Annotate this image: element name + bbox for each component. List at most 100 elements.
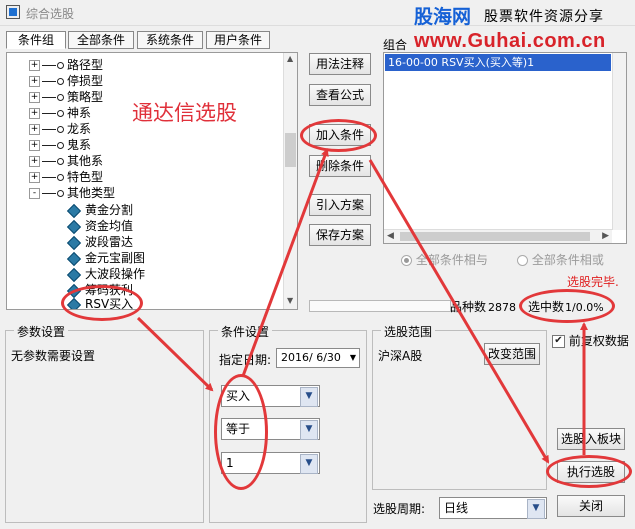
tree-category[interactable]: + 特色型 [29, 169, 103, 185]
tree-category[interactable]: - 其他类型 [29, 185, 115, 201]
import-scheme-button[interactable]: 引入方案 [309, 194, 371, 216]
delete-condition-button[interactable]: 删除条件 [309, 155, 371, 177]
date-picker[interactable]: 2016/ 6/30 ▼ [276, 348, 360, 368]
window-title: 综合选股 [26, 7, 75, 21]
key-icon [42, 109, 64, 118]
scroll-up-icon[interactable]: ▲ [287, 54, 293, 63]
expand-icon[interactable]: + [29, 108, 40, 119]
tree-scrollbar[interactable]: ▲ ▼ [283, 53, 297, 309]
expand-icon[interactable]: + [29, 140, 40, 151]
adjust-checkbox[interactable]: ✔ 前复权数据 [552, 332, 629, 349]
tree-label: 其他类型 [67, 186, 116, 200]
tree-label: 鬼系 [67, 138, 92, 152]
period-value: 日线 [444, 501, 469, 515]
h-scroll-thumb[interactable] [400, 232, 590, 241]
tree-item[interactable]: 资金均值 [66, 218, 134, 234]
condition-settings-title: 条件设置 [218, 323, 273, 340]
tree-label: 特色型 [67, 170, 104, 184]
chevron-down-icon[interactable]: ▼ [300, 387, 318, 407]
checkbox-checked-icon[interactable]: ✔ [552, 335, 565, 348]
params-text: 无参数需要设置 [11, 349, 96, 363]
key-icon [42, 189, 64, 198]
list-v-scrollbar[interactable] [612, 53, 626, 230]
annotation-text: 通达信选股 [132, 101, 237, 125]
tree-category[interactable]: + 鬼系 [29, 137, 91, 153]
tree-item-label: 资金均值 [85, 219, 134, 233]
annotation-oval-rsv [61, 285, 143, 321]
tab-user-conditions[interactable]: 用户条件 [206, 31, 270, 49]
radio-label: 全部条件相或 [531, 253, 604, 267]
list-h-scrollbar[interactable]: ◀ ▶ [384, 229, 612, 243]
tree-item[interactable]: 黄金分割 [66, 202, 134, 218]
radio-checked-icon[interactable] [401, 255, 412, 266]
annotation-oval-execute [546, 455, 632, 488]
formula-icon [66, 235, 82, 250]
logic-or-radio[interactable]: 全部条件相或 [517, 251, 604, 268]
chevron-down-icon[interactable]: ▼ [527, 499, 545, 519]
chevron-down-icon[interactable]: ▼ [300, 420, 318, 440]
tree-category[interactable]: + 路径型 [29, 57, 103, 73]
close-button[interactable]: 关闭 [557, 495, 625, 517]
progress-bar [309, 300, 451, 312]
save-scheme-button[interactable]: 保存方案 [309, 224, 371, 246]
view-formula-button[interactable]: 查看公式 [309, 84, 371, 106]
watermark-url: www.Guhai.com.cn [414, 30, 606, 52]
params-title: 参数设置 [14, 323, 69, 340]
tree-label: 路径型 [67, 58, 104, 72]
count-readout: 品种数 2878 [450, 298, 516, 315]
tree-label: 其他系 [67, 154, 104, 168]
condition-list[interactable]: 16-00-00 RSV买入(买入等)1 ◀ ▶ [383, 52, 627, 244]
chevron-down-icon[interactable]: ▼ [350, 349, 356, 367]
tree-item-label: 金元宝副图 [85, 251, 146, 265]
expand-icon[interactable]: + [29, 60, 40, 71]
expand-icon[interactable]: + [29, 92, 40, 103]
radio-unchecked-icon[interactable] [517, 255, 528, 266]
tree-item[interactable]: 波段雷达 [66, 234, 133, 250]
key-icon [42, 141, 64, 150]
condition-list-item[interactable]: 16-00-00 RSV买入(买入等)1 [385, 54, 611, 71]
key-icon [42, 61, 64, 70]
tree-label: 策略型 [67, 90, 104, 104]
scroll-left-icon[interactable]: ◀ [387, 231, 394, 241]
app-icon [6, 5, 20, 19]
tree-category[interactable]: + 神系 [29, 105, 91, 121]
expand-icon[interactable]: + [29, 76, 40, 87]
scroll-thumb[interactable] [285, 133, 296, 167]
watermark-brand: 股海网 [414, 6, 472, 28]
chevron-down-icon[interactable]: ▼ [300, 454, 318, 474]
annotation-oval-settings [214, 374, 268, 490]
formula-icon [66, 219, 82, 234]
tree-category[interactable]: + 其他系 [29, 153, 103, 169]
expand-icon[interactable]: + [29, 172, 40, 183]
tree-item[interactable]: 大波段操作 [66, 266, 145, 282]
usage-button[interactable]: 用法注释 [309, 53, 371, 75]
scroll-down-icon[interactable]: ▼ [287, 296, 293, 305]
annotation-oval-selected [519, 289, 615, 323]
change-range-button[interactable]: 改变范围 [484, 343, 540, 365]
condition-tree[interactable]: + 路径型 + 停损型 + 策略型 + 神系 + 龙系 + 鬼系 + 其他系 + 特色型 - 其他… [6, 52, 298, 310]
scroll-right-icon[interactable]: ▶ [602, 231, 609, 241]
tree-category[interactable]: + 策略型 [29, 89, 103, 105]
tree-item[interactable]: 金元宝副图 [66, 250, 146, 266]
tree-label: 神系 [67, 106, 92, 120]
tree-category[interactable]: + 停损型 [29, 73, 103, 89]
logic-and-radio[interactable]: 全部条件相与 [401, 251, 488, 268]
to-sector-button[interactable]: 选股入板块 [557, 428, 625, 450]
formula-icon [66, 203, 82, 218]
date-value: 2016/ 6/30 [281, 351, 341, 364]
tree-item-label: 黄金分割 [85, 203, 134, 217]
period-select[interactable]: 日线 ▼ [439, 497, 547, 519]
combo-list-label: 组合 [383, 38, 408, 52]
tree-label: 停损型 [67, 74, 104, 88]
expand-icon[interactable]: + [29, 124, 40, 135]
radio-label: 全部条件相与 [415, 253, 488, 267]
tree-category[interactable]: + 龙系 [29, 121, 91, 137]
collapse-icon[interactable]: - [29, 188, 40, 199]
tab-condition-group[interactable]: 条件组 [6, 31, 66, 49]
key-icon [42, 125, 64, 134]
annotation-oval-add [300, 119, 377, 152]
formula-icon [66, 251, 82, 266]
tab-all-conditions[interactable]: 全部条件 [68, 31, 134, 49]
expand-icon[interactable]: + [29, 156, 40, 167]
tab-system-conditions[interactable]: 系统条件 [137, 31, 203, 49]
